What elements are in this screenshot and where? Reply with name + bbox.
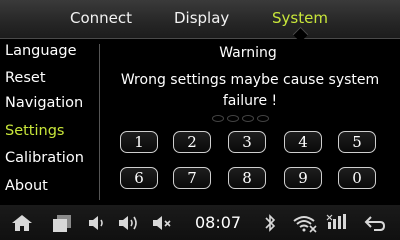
signal-off-icon — [326, 213, 350, 237]
bluetooth-icon — [262, 213, 278, 237]
recent-apps-icon[interactable] — [50, 213, 74, 237]
key-2[interactable]: 2 — [173, 131, 211, 153]
key-8[interactable]: 8 — [228, 167, 266, 189]
key-3[interactable]: 3 — [228, 131, 266, 153]
tab-system[interactable]: System — [272, 9, 328, 27]
key-4[interactable]: 4 — [284, 131, 322, 153]
bottom-bar: 08:07 — [0, 205, 400, 240]
key-5[interactable]: 5 — [338, 131, 376, 153]
sidebar-item-calibration[interactable]: Calibration — [5, 150, 84, 166]
warning-message: Wrong settings maybe cause system failur… — [120, 72, 380, 109]
key-0[interactable]: 0 — [338, 167, 376, 189]
pin-dot — [227, 115, 239, 122]
key-1[interactable]: 1 — [120, 131, 158, 153]
sidebar: Language Reset Navigation Settings Calib… — [0, 39, 100, 199]
pin-dot — [257, 115, 269, 122]
pin-dot — [242, 115, 254, 122]
key-7[interactable]: 7 — [173, 167, 211, 189]
tab-connect[interactable]: Connect — [70, 9, 132, 27]
top-tab-bar: Connect Display System — [0, 0, 400, 43]
mute-icon[interactable] — [150, 213, 174, 237]
volume-up-icon[interactable] — [116, 213, 142, 237]
sidebar-item-about[interactable]: About — [5, 178, 48, 194]
sidebar-item-reset[interactable]: Reset — [5, 70, 46, 86]
key-6[interactable]: 6 — [120, 167, 158, 189]
warning-title: Warning — [219, 45, 277, 61]
clock: 08:07 — [195, 213, 242, 232]
sidebar-item-navigation[interactable]: Navigation — [5, 95, 83, 111]
settings-password-panel: Warning Wrong settings maybe cause syste… — [100, 39, 400, 201]
volume-down-icon[interactable] — [86, 213, 108, 237]
pin-dot — [212, 115, 224, 122]
home-icon[interactable] — [10, 213, 34, 237]
sidebar-item-language[interactable]: Language — [5, 43, 77, 59]
tab-display[interactable]: Display — [174, 9, 229, 27]
wifi-off-icon — [292, 213, 318, 237]
sidebar-item-settings[interactable]: Settings — [5, 123, 64, 139]
back-icon[interactable] — [362, 213, 388, 237]
key-9[interactable]: 9 — [284, 167, 322, 189]
